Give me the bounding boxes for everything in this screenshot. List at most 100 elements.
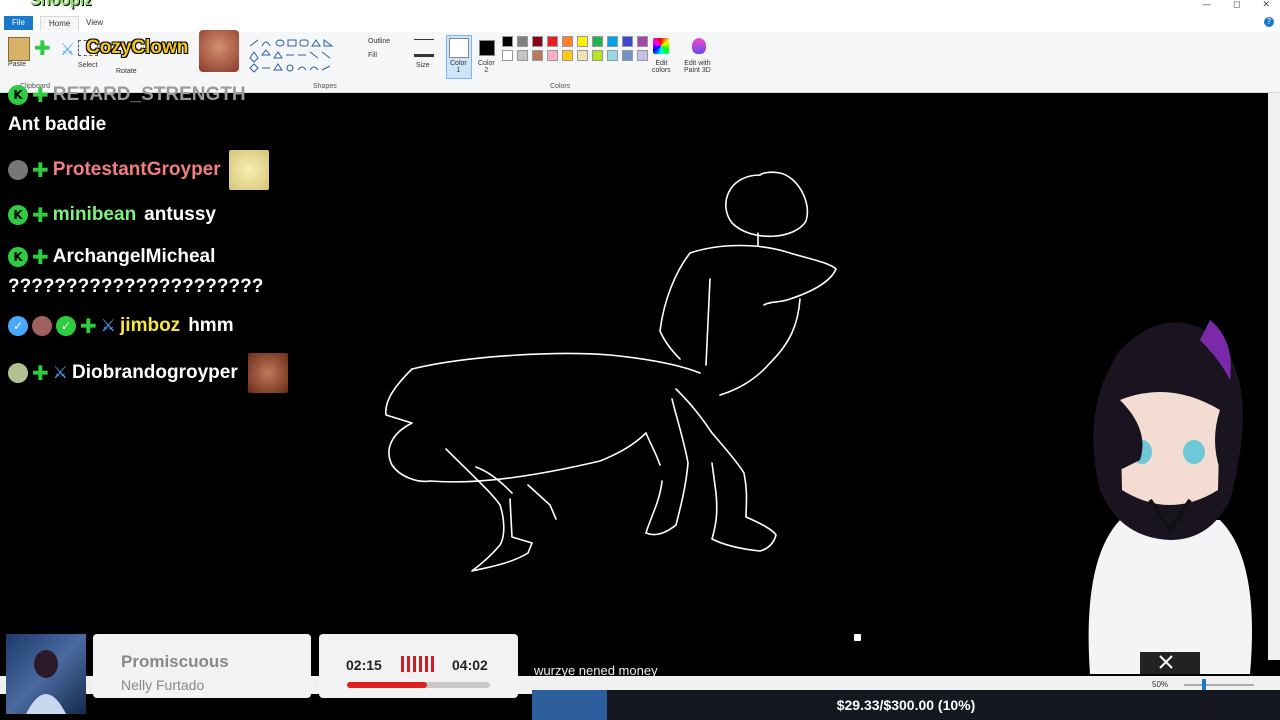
chat-message: K ✚ RETARD_STRENGTH: [8, 84, 246, 106]
total-time: 04:02: [452, 657, 488, 673]
chat-username[interactable]: minibean: [53, 204, 136, 226]
paint3d-icon[interactable]: [692, 38, 706, 54]
color1-swatch: [449, 38, 469, 58]
rotate-button[interactable]: Rotate: [116, 68, 137, 75]
song-progress-bar[interactable]: [347, 682, 490, 688]
palette-swatch[interactable]: [607, 36, 618, 47]
help-icon[interactable]: ?: [1264, 17, 1274, 27]
minimize-icon[interactable]: —: [1202, 0, 1211, 14]
palette-swatch[interactable]: [547, 36, 558, 47]
ticker-text: wurzye nened money: [534, 663, 658, 678]
tab-home[interactable]: Home: [40, 16, 80, 31]
donation-goal-text: $29.33/$300.00 (10%): [836, 697, 976, 713]
palette-swatch[interactable]: [562, 50, 573, 61]
size-icon[interactable]: [414, 39, 434, 57]
plus-badge-icon: ✚: [32, 83, 49, 107]
plus-badge-icon: ✚: [32, 245, 49, 269]
cozyclown-label: CozyClown: [86, 37, 189, 58]
elapsed-time: 02:15: [346, 657, 382, 673]
palette-swatch[interactable]: [517, 36, 528, 47]
plus-badge-icon: ✚: [80, 314, 97, 338]
ribbon-tabs: File Home View ?: [0, 14, 1280, 33]
k-badge-icon: K: [8, 205, 28, 225]
palette-swatch[interactable]: [592, 50, 603, 61]
canvas-marker-icon: [854, 634, 861, 641]
palette-swatch[interactable]: [637, 36, 648, 47]
chat-username[interactable]: ProtestantGroyper: [53, 159, 221, 181]
donation-goal-bar: $29.33/$300.00 (10%): [532, 690, 1280, 720]
plus-badge-icon: ✚: [34, 36, 51, 60]
song-progress-fill: [347, 682, 428, 688]
check-badge-icon: ✓: [56, 316, 76, 336]
chat-message: ✓ ✓ ✚ ⚔ jimboz hmm: [8, 315, 234, 337]
chat-message: ??????????????????????: [8, 276, 263, 298]
shapes-gallery-icon: [249, 39, 334, 73]
album-art: [6, 634, 86, 714]
palette-swatch[interactable]: [577, 36, 588, 47]
zoom-label: 50%: [1152, 680, 1169, 689]
fill-button[interactable]: Fill: [368, 52, 377, 59]
palette-swatch[interactable]: [622, 50, 633, 61]
paste-button[interactable]: Paste: [8, 61, 26, 68]
size-button[interactable]: Size: [416, 62, 430, 69]
song-title: Promiscuous: [121, 652, 229, 671]
palette-swatch[interactable]: [547, 50, 558, 61]
chat-username[interactable]: RETARD_STRENGTH: [53, 84, 246, 106]
edit-paint3d-button[interactable]: Edit with Paint 3D: [684, 60, 711, 74]
avatar-badge-icon: [32, 316, 52, 336]
close-icon[interactable]: ✕: [1262, 0, 1270, 14]
outline-button[interactable]: Outline: [368, 38, 390, 45]
overlay-icons: ✚ ⚔: [34, 36, 78, 60]
chat-message: ✚ ProtestantGroyper: [8, 150, 269, 190]
palette-swatch[interactable]: [622, 36, 633, 47]
avatar-badge-icon: [8, 363, 28, 383]
zoom-slider[interactable]: [1184, 679, 1254, 691]
streamer-face-emote: [199, 30, 239, 72]
palette-swatch[interactable]: [502, 36, 513, 47]
chat-username[interactable]: Diobrandogroyper: [72, 362, 238, 384]
palette-swatch[interactable]: [502, 50, 513, 61]
chat-text: ??????????????????????: [8, 276, 264, 297]
palette-swatch[interactable]: [637, 50, 648, 61]
edit-colors-button[interactable]: Edit colors: [652, 60, 671, 74]
sword-badge-icon: ⚔: [52, 363, 69, 383]
plus-badge-icon: ✚: [32, 361, 49, 385]
plus-badge-icon: ✚: [32, 203, 49, 227]
paste-icon[interactable]: [8, 37, 30, 61]
k-badge-icon: K: [8, 247, 28, 267]
chat-message: ✚ ⚔ Diobrandogroyper: [8, 353, 288, 393]
playback-timer: 02:15 04:02: [319, 634, 518, 698]
palette-swatch[interactable]: [532, 36, 543, 47]
palette-swatch[interactable]: [517, 50, 528, 61]
color-palette: [502, 36, 652, 76]
audio-bars-icon: [401, 656, 437, 672]
song-artist: Nelly Furtado: [121, 677, 205, 693]
palette-swatch[interactable]: [592, 36, 603, 47]
chat-username[interactable]: ArchangelMicheal: [53, 246, 216, 268]
color1-button[interactable]: Color 1: [450, 60, 467, 74]
edit-colors-icon[interactable]: [653, 38, 669, 54]
face-emote: [247, 353, 288, 393]
streamer-tag: Snoopiz: [30, 0, 92, 10]
palette-swatch[interactable]: [562, 36, 573, 47]
vtuber-avatar-illustration: [1088, 320, 1252, 674]
k-badge-icon: K: [8, 85, 28, 105]
tab-view[interactable]: View: [78, 16, 111, 30]
paint-titlebar: — ◻ ✕: [0, 0, 1280, 14]
window-controls: — ◻ ✕: [1202, 0, 1270, 14]
palette-swatch[interactable]: [607, 50, 618, 61]
chat-text: hmm: [188, 315, 234, 336]
avatar-badge-icon: [8, 160, 28, 180]
colors-group-label: Colors: [550, 83, 571, 90]
select-button[interactable]: Select: [78, 62, 97, 69]
chat-message: Ant baddie: [8, 114, 106, 136]
shapes-gallery[interactable]: [248, 38, 344, 74]
palette-swatch[interactable]: [532, 50, 543, 61]
streamer-tag-text: Snoopiz: [30, 0, 93, 9]
palette-swatch[interactable]: [577, 50, 588, 61]
chat-username[interactable]: jimboz: [120, 315, 180, 337]
color2-button[interactable]: Color 2: [478, 60, 495, 74]
color2-swatch[interactable]: [479, 40, 495, 56]
maximize-icon[interactable]: ◻: [1233, 0, 1240, 14]
tab-file[interactable]: File: [4, 16, 33, 30]
